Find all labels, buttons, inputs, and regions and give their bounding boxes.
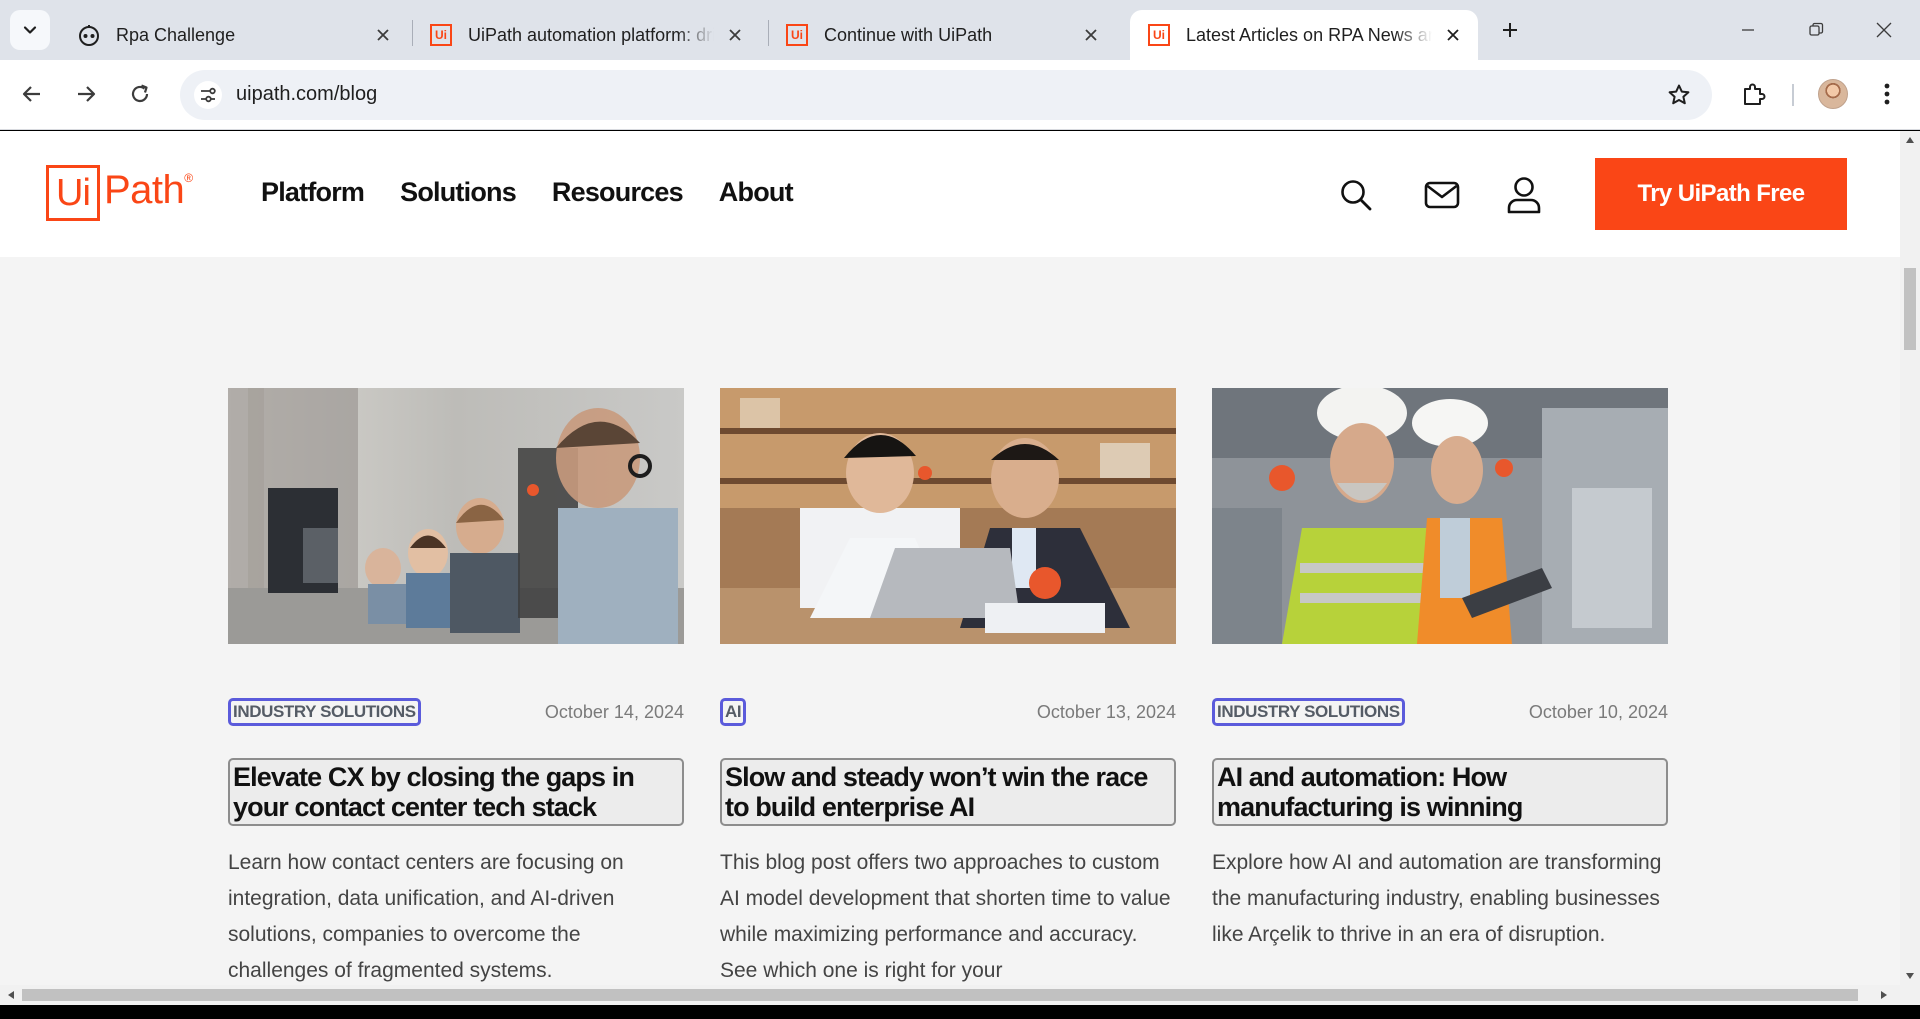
page-viewport: Ui Path ® Platform Solutions Resources A… — [0, 131, 1900, 985]
uipath-favicon: Ui — [1148, 24, 1170, 46]
scroll-up-arrow-icon[interactable] — [1904, 134, 1916, 146]
article-card: AI October 13, 2024 Slow and steady won’… — [720, 388, 1176, 982]
restore-button[interactable] — [1798, 12, 1834, 48]
forward-button[interactable] — [68, 76, 104, 112]
nav-about[interactable]: About — [719, 177, 794, 208]
tab-continue-with-uipath[interactable]: Ui Continue with UiPath — [768, 10, 1116, 60]
browser-menu-button[interactable] — [1872, 78, 1902, 110]
article-title-link[interactable]: Slow and steady won’t win the race to bu… — [720, 758, 1176, 826]
logo-mark: Ui — [46, 165, 100, 221]
article-meta: AI October 13, 2024 — [720, 698, 1176, 728]
main-navigation: Platform Solutions Resources About — [261, 177, 794, 208]
url-text: uipath.com/blog — [236, 83, 378, 105]
browser-toolbar: uipath.com/blog — [0, 60, 1920, 130]
article-excerpt: Explore how AI and automation are transf… — [1212, 851, 1662, 946]
close-tab-icon[interactable] — [372, 24, 394, 46]
vertical-scrollbar[interactable] — [1900, 131, 1920, 985]
article-date: October 13, 2024 — [1036, 702, 1176, 722]
horizontal-scrollbar[interactable] — [0, 985, 1920, 1005]
search-icon — [1341, 180, 1372, 211]
minimize-icon — [1742, 29, 1754, 31]
scroll-down-arrow-icon[interactable] — [1904, 970, 1916, 982]
reload-button[interactable] — [122, 76, 158, 112]
uipath-logo[interactable]: Ui Path ® — [46, 165, 193, 223]
screen-bottom-edge — [0, 1005, 1920, 1019]
close-window-button[interactable] — [1866, 12, 1902, 48]
extensions-button[interactable] — [1736, 76, 1772, 112]
logo-wordmark: Path — [104, 168, 185, 212]
contact-button[interactable] — [1422, 175, 1462, 215]
tab-title: Continue with UiPath — [824, 24, 993, 45]
minimize-button[interactable] — [1730, 12, 1766, 48]
close-tab-icon[interactable] — [724, 24, 746, 46]
nav-platform[interactable]: Platform — [261, 177, 365, 208]
logo-registered-mark: ® — [184, 171, 194, 185]
back-button[interactable] — [14, 76, 50, 112]
close-tab-icon[interactable] — [1080, 24, 1102, 46]
article-image-enterprise-ai[interactable] — [720, 388, 1176, 644]
article-title-link[interactable]: AI and automation: How manufacturing is … — [1212, 758, 1668, 826]
arrow-left-icon — [22, 86, 40, 102]
tab-strip: Rpa Challenge Ui UiPath automation platf… — [0, 0, 1920, 60]
article-meta: INDUSTRY SOLUTIONS October 14, 2024 — [228, 698, 684, 728]
article-title-link[interactable]: Elevate CX by closing the gaps in your c… — [228, 758, 684, 826]
puzzle-icon — [1744, 83, 1766, 105]
article-image-manufacturing[interactable] — [1212, 388, 1668, 644]
close-icon — [1876, 22, 1892, 38]
category-tag[interactable]: INDUSTRY SOLUTIONS — [1212, 698, 1405, 726]
category-tag[interactable]: INDUSTRY SOLUTIONS — [228, 698, 421, 726]
article-excerpt: This blog post offers two approaches to … — [720, 851, 1171, 982]
article-meta: INDUSTRY SOLUTIONS October 10, 2024 — [1212, 698, 1668, 728]
article-date: October 14, 2024 — [544, 702, 684, 722]
new-tab-button[interactable] — [1494, 14, 1526, 46]
user-icon — [1507, 177, 1541, 214]
restore-icon — [1809, 22, 1824, 36]
plus-icon — [1503, 23, 1517, 37]
tab-uipath-platform[interactable]: Ui UiPath automation platform: dri — [412, 10, 760, 60]
arrow-right-icon — [78, 86, 96, 102]
address-bar[interactable]: uipath.com/blog — [180, 70, 1712, 120]
uipath-favicon: Ui — [786, 24, 808, 46]
tab-title: Rpa Challenge — [116, 24, 236, 45]
tab-latest-articles[interactable]: Ui Latest Articles on RPA News and — [1130, 10, 1478, 60]
more-vert-icon — [1884, 83, 1890, 105]
nav-solutions[interactable]: Solutions — [400, 177, 517, 208]
search-button[interactable] — [1336, 175, 1376, 215]
article-card: INDUSTRY SOLUTIONS October 10, 2024 AI a… — [1212, 388, 1668, 946]
vertical-scroll-thumb[interactable] — [1904, 268, 1916, 350]
chevron-down-icon — [23, 26, 37, 34]
robot-icon — [78, 24, 100, 46]
scroll-right-arrow-icon[interactable] — [1878, 989, 1890, 1001]
site-info-icon[interactable] — [194, 81, 222, 109]
reload-icon — [131, 84, 149, 103]
try-uipath-free-button[interactable]: Try UiPath Free — [1595, 158, 1847, 230]
toolbar-divider — [1792, 84, 1794, 106]
horizontal-scroll-thumb[interactable] — [22, 989, 1858, 1001]
tab-title: Latest Articles on RPA News and — [1186, 24, 1432, 45]
scroll-left-arrow-icon[interactable] — [5, 989, 17, 1001]
uipath-favicon: Ui — [430, 24, 452, 46]
article-card: INDUSTRY SOLUTIONS October 14, 2024 Elev… — [228, 388, 684, 982]
tab-title: UiPath automation platform: dri — [468, 24, 714, 45]
account-button[interactable] — [1504, 175, 1544, 215]
nav-resources[interactable]: Resources — [552, 177, 684, 208]
profile-avatar[interactable] — [1818, 79, 1848, 109]
article-date: October 10, 2024 — [1528, 702, 1668, 722]
bookmark-star-icon[interactable] — [1666, 82, 1692, 108]
close-tab-icon[interactable] — [1442, 24, 1464, 46]
tab-search-button[interactable] — [10, 10, 50, 50]
article-excerpt: Learn how contact centers are focusing o… — [228, 851, 624, 982]
article-image-contact-center[interactable] — [228, 388, 684, 644]
site-header: Ui Path ® Platform Solutions Resources A… — [0, 131, 1900, 257]
tab-rpa-challenge[interactable]: Rpa Challenge — [60, 10, 408, 60]
mail-icon — [1424, 181, 1460, 209]
category-tag[interactable]: AI — [720, 698, 747, 726]
